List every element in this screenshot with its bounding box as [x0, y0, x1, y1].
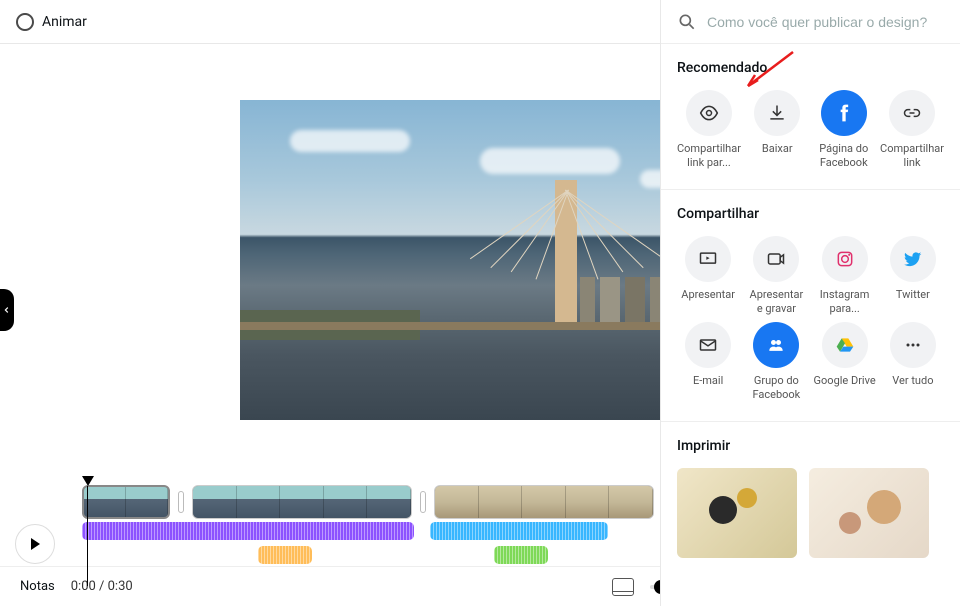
link-icon — [902, 103, 922, 123]
share-panel: Recomendado Compartilhar link par... Bai… — [660, 0, 960, 606]
share-option-present-record[interactable]: Apresentar e gravar — [745, 236, 807, 317]
share-option-download[interactable]: Baixar — [747, 90, 808, 171]
audio-track[interactable] — [82, 522, 414, 540]
instagram-icon — [835, 249, 855, 269]
animate-button[interactable]: Animar — [16, 13, 87, 31]
animate-icon — [16, 13, 34, 31]
share-option-email[interactable]: E-mail — [677, 322, 739, 403]
more-icon — [903, 335, 923, 355]
print-template-tile[interactable] — [809, 468, 929, 558]
clip-gap-handle[interactable] — [420, 491, 426, 513]
share-search-input[interactable] — [707, 14, 944, 30]
share-option-share-link[interactable]: Compartilhar link — [880, 90, 944, 171]
timeline-clip[interactable] — [434, 485, 654, 519]
timeline-clip[interactable] — [82, 485, 170, 519]
email-icon — [698, 335, 718, 355]
audio-track[interactable] — [494, 546, 548, 564]
view-mode-icon[interactable] — [612, 578, 634, 596]
timeline-clip[interactable] — [192, 485, 412, 519]
notes-button[interactable]: Notas — [20, 579, 55, 594]
present-icon — [698, 249, 718, 269]
search-icon — [677, 12, 697, 32]
audio-track[interactable] — [258, 546, 312, 564]
share-option-view-link[interactable]: Compartilhar link par... — [677, 90, 741, 171]
video-canvas[interactable] — [240, 100, 720, 420]
clip-gap-handle[interactable] — [178, 491, 184, 513]
share-option-facebook-page[interactable]: Página do Facebook — [814, 90, 875, 171]
play-icon — [27, 536, 43, 552]
section-title-share: Compartilhar — [677, 206, 944, 222]
eye-icon — [699, 103, 719, 123]
twitter-icon — [903, 249, 923, 269]
print-template-tile[interactable] — [677, 468, 797, 558]
playhead-marker[interactable] — [82, 476, 94, 486]
time-display: 0:00 / 0:30 — [71, 579, 133, 594]
animate-label: Animar — [42, 14, 87, 30]
google-drive-icon — [835, 335, 855, 355]
share-option-instagram[interactable]: Instagram para... — [814, 236, 876, 317]
scene-decoration — [290, 130, 410, 152]
scene-decoration — [480, 148, 620, 174]
share-option-google-drive[interactable]: Google Drive — [814, 322, 876, 403]
playhead-line[interactable] — [87, 486, 88, 586]
facebook-icon — [834, 103, 854, 123]
section-title-print: Imprimir — [677, 438, 944, 454]
share-option-present[interactable]: Apresentar — [677, 236, 739, 317]
record-icon — [766, 249, 786, 269]
share-option-facebook-group[interactable]: Grupo do Facebook — [745, 322, 807, 403]
share-option-see-all[interactable]: Ver tudo — [882, 322, 944, 403]
section-title-recommended: Recomendado — [677, 60, 944, 76]
play-button[interactable] — [15, 524, 55, 564]
share-option-twitter[interactable]: Twitter — [882, 236, 944, 317]
scene-decoration — [240, 322, 720, 330]
audio-track[interactable] — [430, 522, 608, 540]
group-icon — [766, 335, 786, 355]
download-icon — [767, 103, 787, 123]
